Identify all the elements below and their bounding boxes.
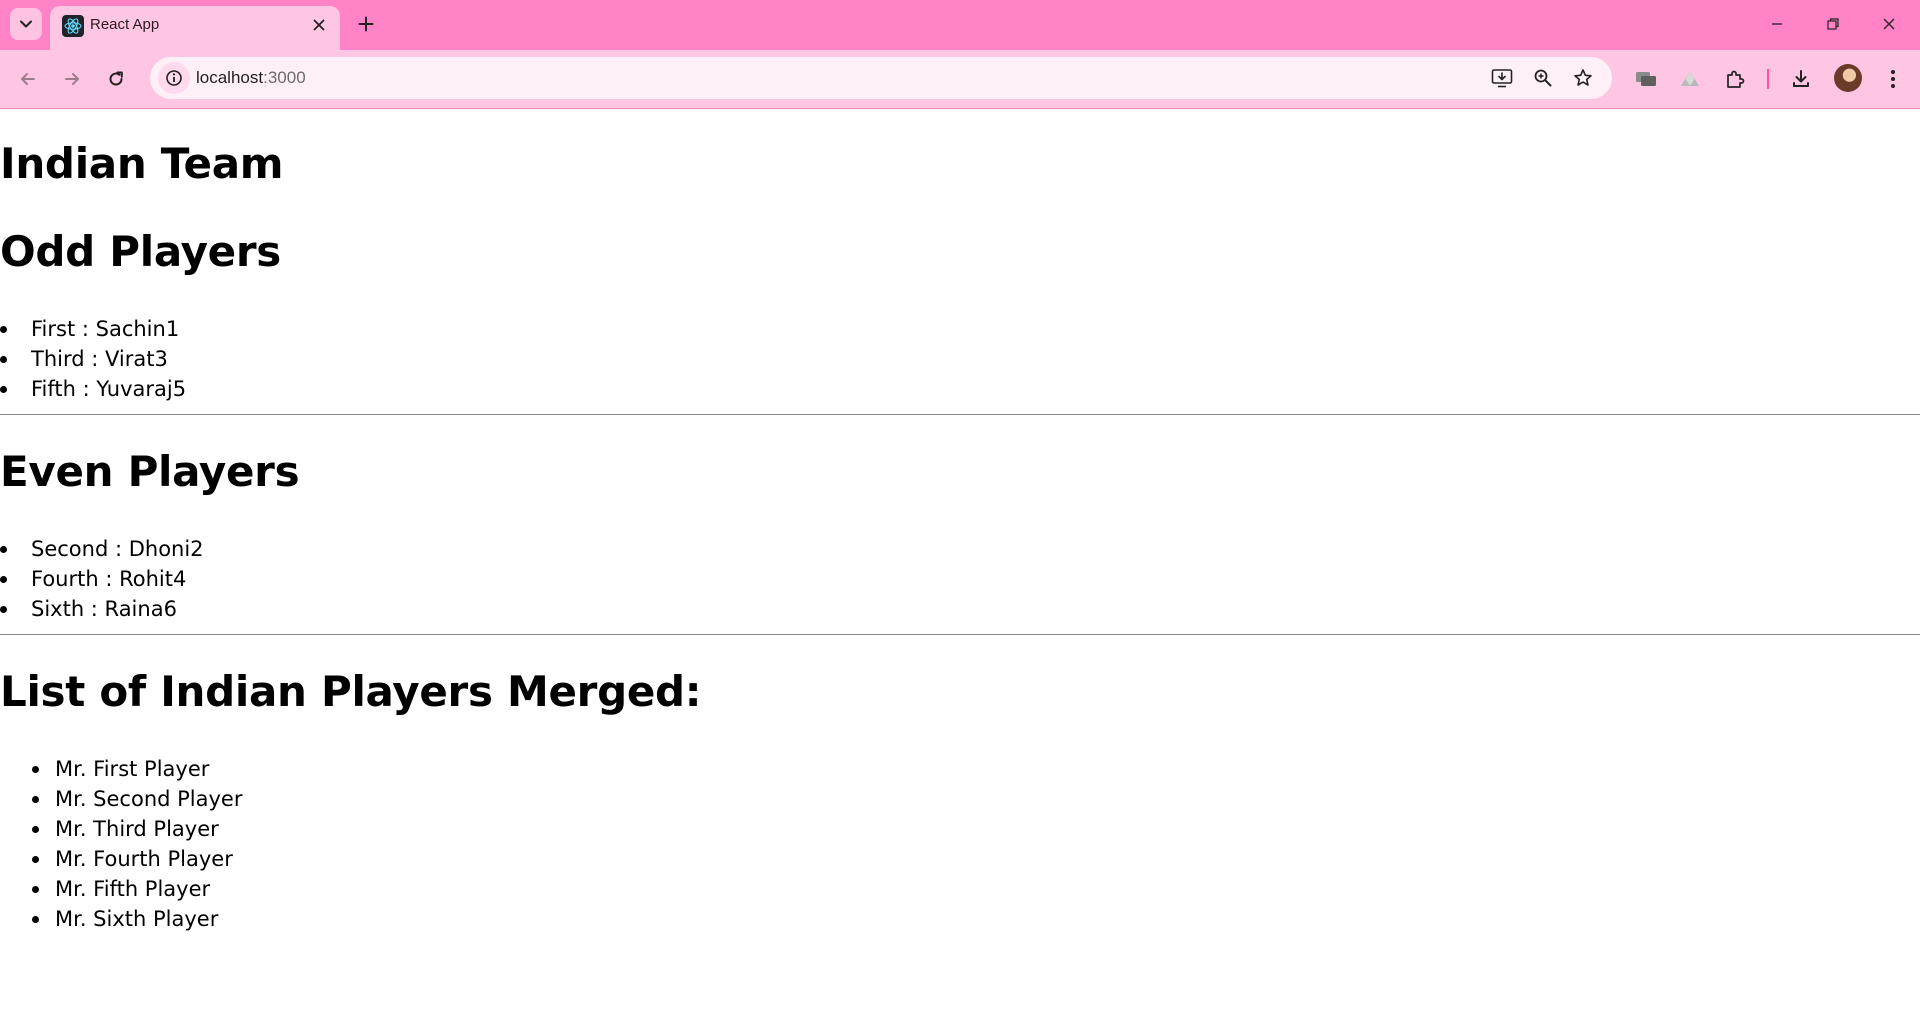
chevron-down-icon (19, 17, 33, 31)
extension-button-1[interactable] (1630, 63, 1662, 95)
list-item: Mr. Fourth Player (0, 844, 242, 874)
odd-players-heading: Odd Players (0, 227, 281, 276)
bookmark-button[interactable] (1567, 62, 1599, 94)
star-icon (1573, 68, 1593, 88)
kebab-menu-icon (1890, 69, 1896, 89)
profile-avatar[interactable] (1834, 64, 1862, 92)
chat-extension-icon (1635, 69, 1657, 89)
close-window-icon (1882, 17, 1896, 31)
list-item: Sixth : Raina6 (0, 594, 204, 624)
tab-strip: React App (0, 0, 1920, 50)
page-title: Indian Team (0, 139, 284, 188)
reload-icon (107, 70, 125, 88)
merged-players-list: Mr. First Player Mr. Second Player Mr. T… (0, 754, 242, 934)
downloads-button[interactable] (1785, 63, 1817, 95)
even-players-list: Second : Dhoni2 Fourth : Rohit4 Sixth : … (0, 534, 204, 624)
list-item: Mr. First Player (0, 754, 242, 784)
merged-players-heading: List of Indian Players Merged: (0, 667, 702, 716)
toolbar-separator (1767, 69, 1769, 89)
download-icon (1791, 69, 1811, 89)
url-text[interactable]: localhost:3000 (196, 68, 306, 88)
list-item: Second : Dhoni2 (0, 534, 204, 564)
react-logo-icon (62, 15, 84, 37)
extension-button-2[interactable] (1674, 63, 1706, 95)
restore-button[interactable] (1810, 6, 1856, 42)
new-tab-button[interactable] (352, 10, 380, 38)
address-bar[interactable]: localhost:3000 (150, 57, 1612, 99)
close-window-button[interactable] (1866, 6, 1912, 42)
list-item: Fifth : Yuvaraj5 (0, 374, 186, 404)
browser-toolbar: localhost:3000 (0, 50, 1920, 109)
zoom-icon (1533, 68, 1553, 88)
drive-extension-icon (1680, 70, 1700, 88)
section-divider (0, 634, 1920, 635)
extensions-button[interactable] (1719, 63, 1751, 95)
list-item: Fourth : Rohit4 (0, 564, 204, 594)
info-icon (165, 69, 183, 87)
install-app-icon (1491, 68, 1513, 88)
url-host: localhost (196, 68, 264, 87)
site-info-button[interactable] (158, 62, 190, 94)
list-item: Mr. Third Player (0, 814, 242, 844)
forward-button[interactable] (56, 63, 88, 95)
menu-button[interactable] (1877, 63, 1909, 95)
back-button[interactable] (12, 63, 44, 95)
list-item: Mr. Second Player (0, 784, 242, 814)
even-players-heading: Even Players (0, 447, 300, 496)
odd-players-list: First : Sachin1 Third : Virat3 Fifth : Y… (0, 314, 186, 404)
restore-icon (1826, 17, 1840, 31)
minimize-button[interactable] (1754, 6, 1800, 42)
plus-icon (358, 16, 374, 32)
section-divider (0, 414, 1920, 415)
close-icon[interactable] (306, 12, 332, 38)
list-item: First : Sachin1 (0, 314, 186, 344)
forward-arrow-icon (63, 70, 81, 88)
tab-title: React App (90, 16, 160, 33)
list-item: Mr. Fifth Player (0, 874, 242, 904)
url-port: :3000 (263, 68, 306, 87)
list-item: Third : Virat3 (0, 344, 186, 374)
reload-button[interactable] (100, 63, 132, 95)
puzzle-icon (1725, 69, 1745, 89)
zoom-button[interactable] (1527, 62, 1559, 94)
minimize-icon (1770, 17, 1784, 31)
list-item: Mr. Sixth Player (0, 904, 242, 934)
tab-search-button[interactable] (10, 8, 42, 40)
back-arrow-icon (19, 70, 37, 88)
tab-react-app[interactable]: React App (50, 6, 340, 50)
install-app-button[interactable] (1486, 62, 1518, 94)
